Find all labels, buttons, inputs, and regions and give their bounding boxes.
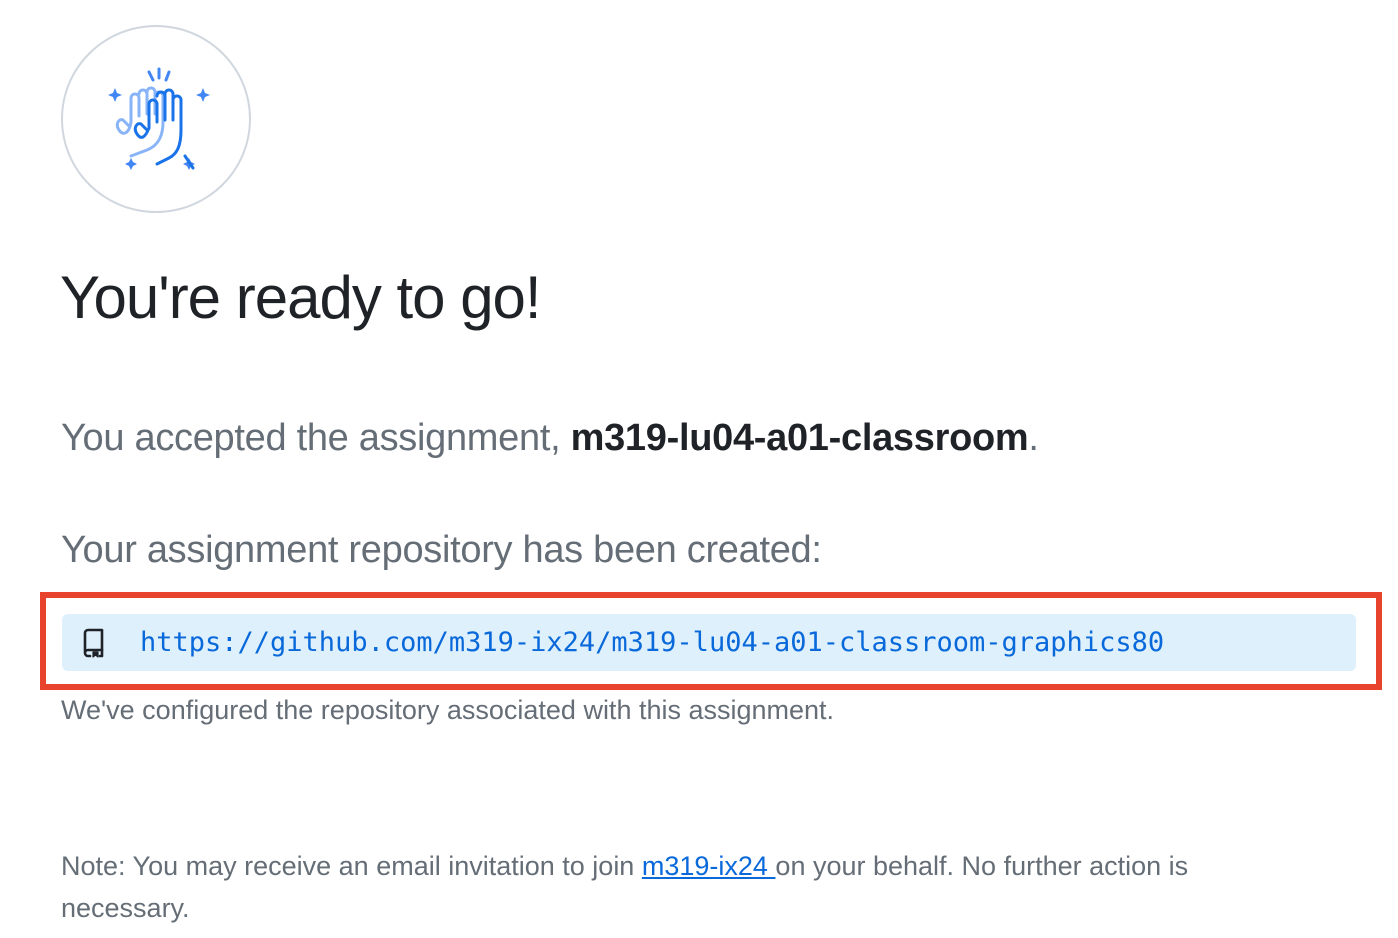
page-title: You're ready to go! — [60, 264, 542, 331]
organization-link[interactable]: m319-ix24 — [642, 851, 776, 881]
hero-badge — [61, 25, 251, 213]
configured-message: We've configured the repository associat… — [61, 695, 835, 725]
accepted-message: You accepted the assignment, m319-lu04-a… — [61, 415, 1039, 461]
assignment-name: m319-lu04-a01-classroom — [570, 417, 1029, 459]
high-five-icon — [108, 67, 210, 170]
note-before: Note: You may receive an email invitatio… — [61, 851, 642, 881]
highlight-annotation-box — [40, 592, 1382, 690]
invitation-note: Note: You may receive an email invitatio… — [61, 845, 1261, 929]
accepted-suffix: . — [1028, 417, 1039, 459]
accepted-prefix: You accepted the assignment, — [61, 417, 571, 459]
repository-created-heading: Your assignment repository has been crea… — [61, 529, 822, 571]
